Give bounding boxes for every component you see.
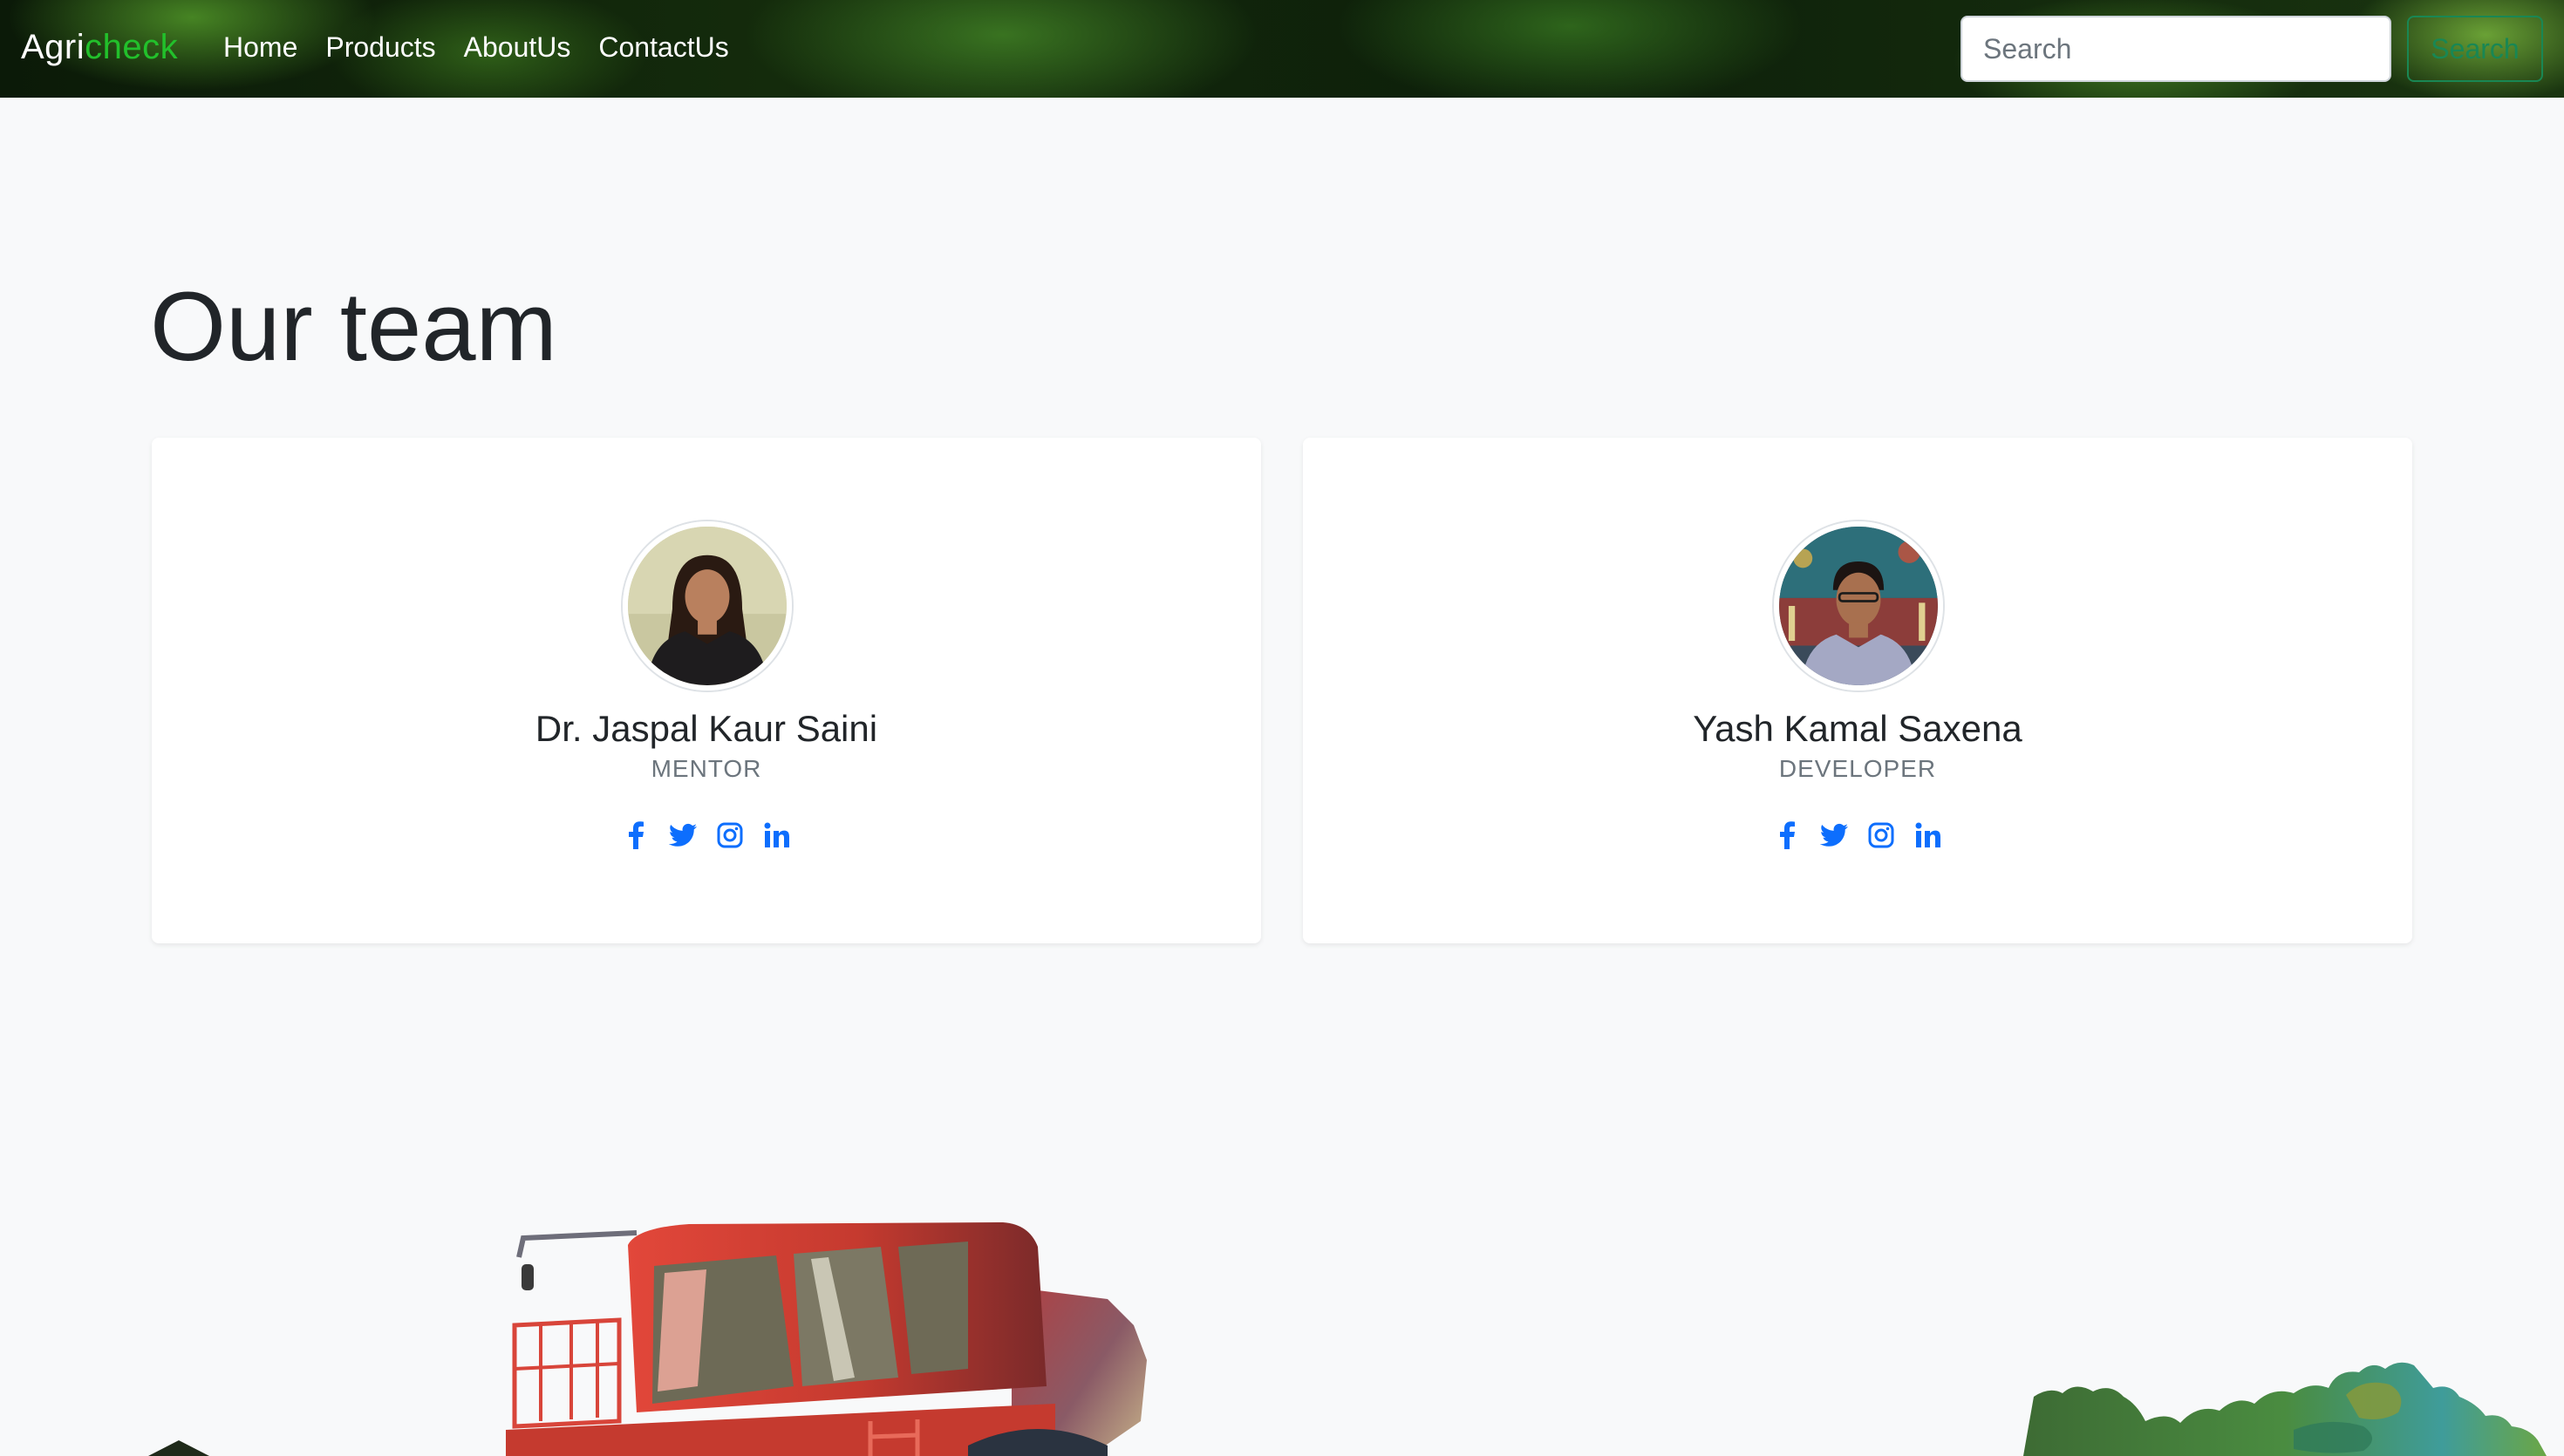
trees-illustration <box>2023 1362 2547 1456</box>
member-photo <box>1779 527 1938 685</box>
member-role: DEVELOPER <box>1778 755 1937 782</box>
member-role: MENTOR <box>651 755 762 782</box>
page-title: Our team <box>150 272 557 381</box>
nav-link-products[interactable]: Products <box>325 31 435 64</box>
linkedin-icon[interactable] <box>763 820 791 851</box>
team-card: Yash Kamal Saxena DEVELOPER <box>1303 438 2412 943</box>
facebook-icon[interactable] <box>1773 820 1801 851</box>
nav-links: Home Products AboutUs ContactUs <box>223 31 729 64</box>
facebook-icon[interactable] <box>622 820 650 851</box>
instagram-icon[interactable] <box>1867 820 1895 851</box>
member-name: Yash Kamal Saxena <box>1693 708 2022 749</box>
nav-link-home[interactable]: Home <box>223 31 297 64</box>
search-input[interactable] <box>1961 16 2391 82</box>
avatar <box>623 521 792 691</box>
team-card: Dr. Jaspal Kaur Saini MENTOR <box>152 438 1261 943</box>
avatar <box>1774 521 1943 691</box>
twitter-icon[interactable] <box>1820 820 1848 851</box>
member-photo <box>628 527 787 685</box>
twitter-icon[interactable] <box>669 820 697 851</box>
member-name: Dr. Jaspal Kaur Saini <box>535 708 878 749</box>
instagram-icon[interactable] <box>716 820 744 851</box>
navbar: Agricheck Home Products AboutUs ContactU… <box>0 0 2564 98</box>
brand-prefix: Agri <box>21 28 85 66</box>
social-links <box>1303 820 2412 851</box>
brand-accent: check <box>85 28 179 66</box>
brand-logo[interactable]: Agricheck <box>21 28 178 67</box>
search-button[interactable]: Search <box>2407 16 2543 82</box>
nav-link-aboutus[interactable]: AboutUs <box>464 31 571 64</box>
nav-link-contactus[interactable]: ContactUs <box>598 31 728 64</box>
social-links <box>152 820 1261 851</box>
harvester-illustration <box>148 1222 1147 1456</box>
linkedin-icon[interactable] <box>1914 820 1942 851</box>
